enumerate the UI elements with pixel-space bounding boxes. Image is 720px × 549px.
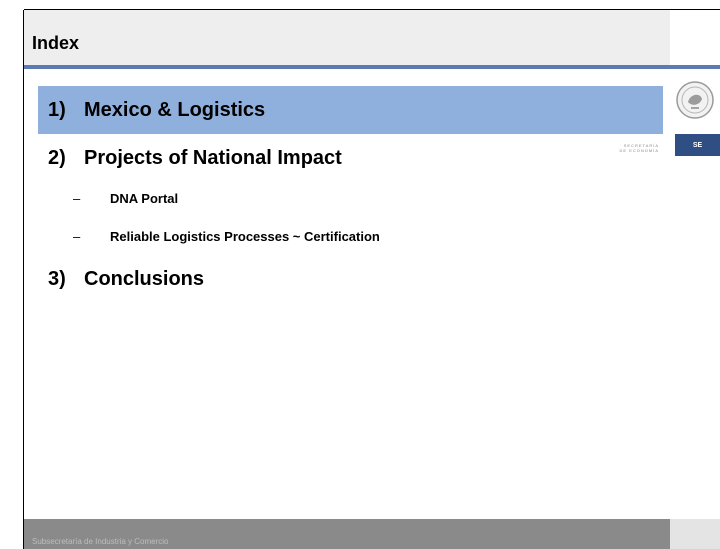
index-item-3: 3) Conclusions [48,268,204,291]
subitem-1: – DNA Portal [73,191,178,206]
dash-bullet: – [73,229,81,244]
slide-title: Index [32,33,80,53]
index-item-2: 2) Projects of National Impact [48,147,342,170]
title-rule [24,65,720,69]
logo-text-line2: DE ECONOMÍA [619,148,659,153]
index-item-1: 1) Mexico & Logistics [48,99,265,122]
footer-text: Subsecretaría de Industria y Comercio [32,537,169,546]
footer-bar: Subsecretaría de Industria y Comercio [24,519,670,549]
header-band-right [670,10,720,68]
item-number: 3) [48,268,66,290]
footer-bar-right [670,519,720,549]
ministry-logo-text: SECRETARÍA DE ECONOMÍA [589,143,659,153]
subitem-label: DNA Portal [110,191,179,206]
slide: Index 1) Mexico & Logistics 2) Projects of… [24,10,720,549]
subitem-2: – Reliable Logistics Processes ~ Certific… [73,229,380,244]
header-band [24,10,670,68]
national-seal-icon [676,81,714,119]
se-badge: SE [675,134,720,156]
item-number: 1) [48,99,66,121]
subitem-label: Reliable Logistics Processes ~ Certifica… [110,229,380,244]
item-label: Projects of National Impact [84,147,342,169]
item-label: Mexico & Logistics [84,99,266,121]
dash-bullet: – [73,191,81,206]
item-label: Conclusions [84,268,205,290]
item-number: 2) [48,147,66,169]
